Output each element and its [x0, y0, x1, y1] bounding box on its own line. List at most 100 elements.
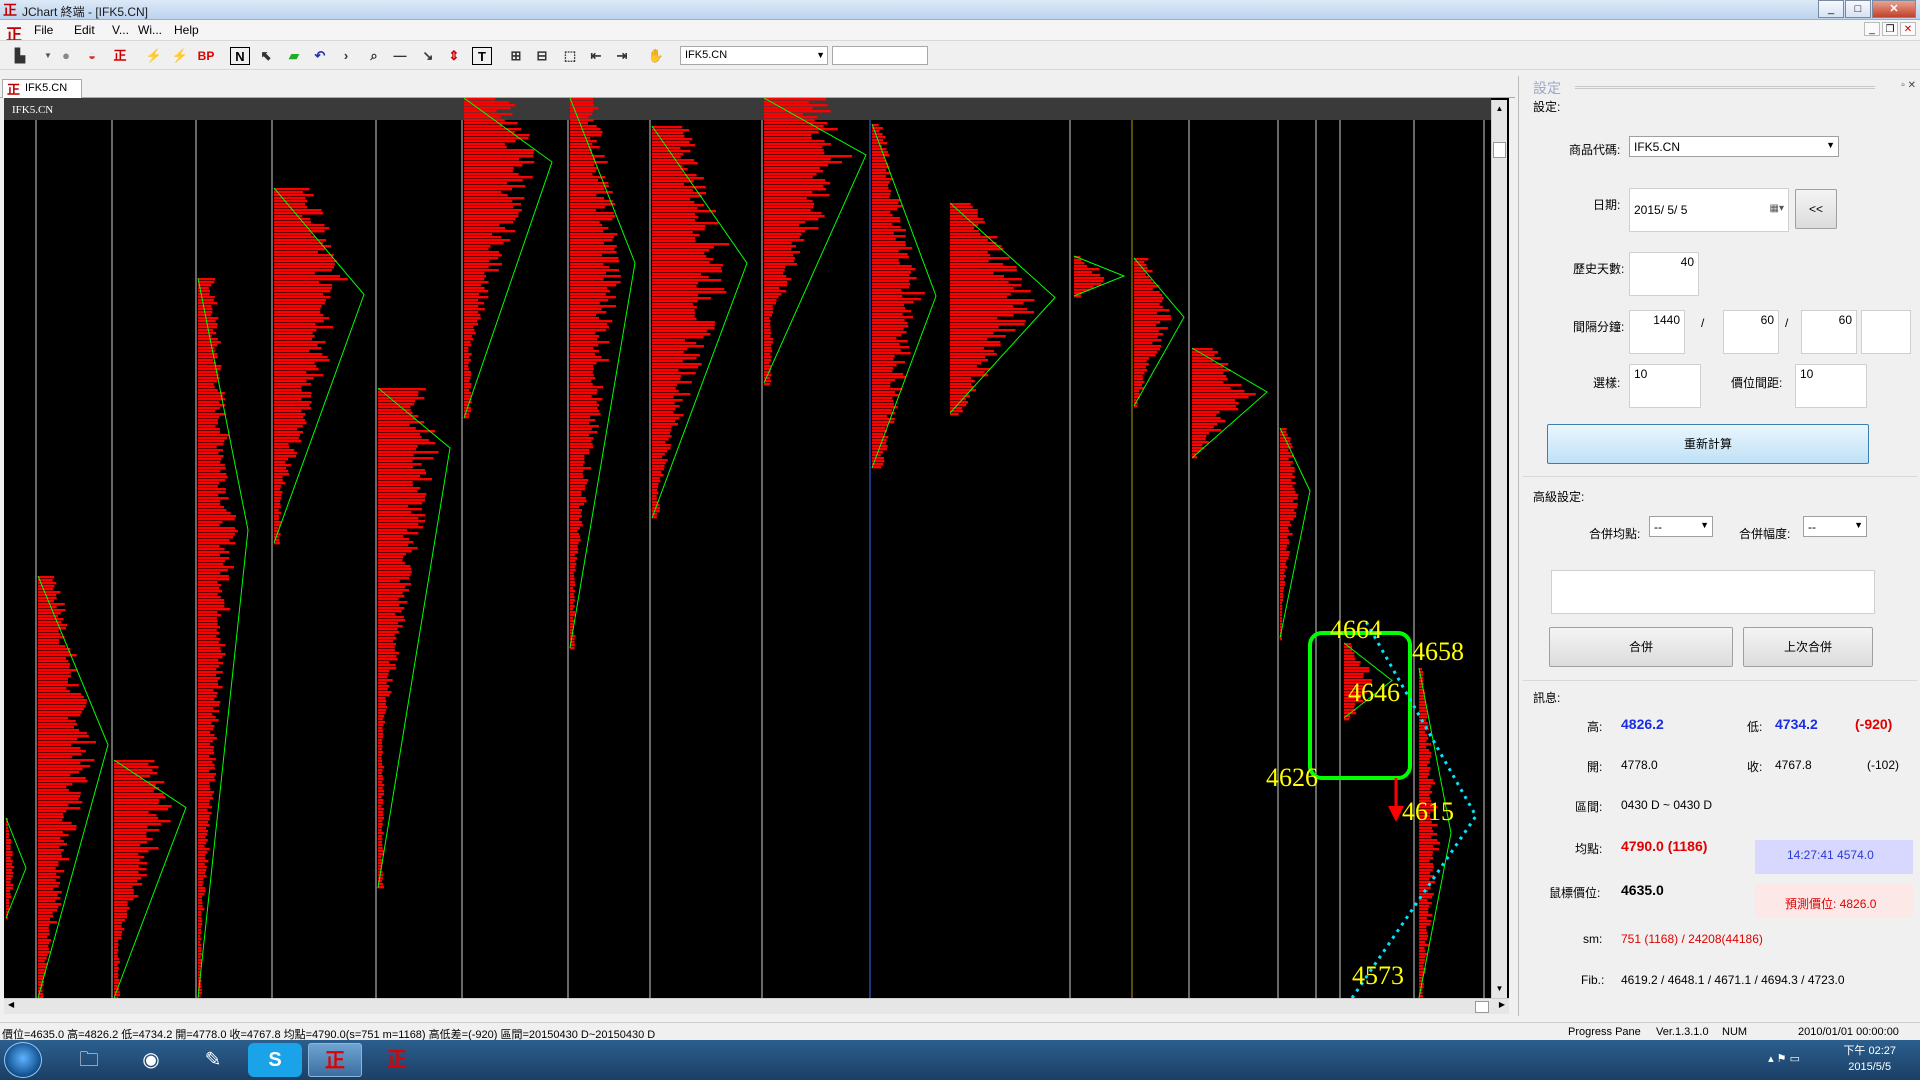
profile-bar	[1280, 479, 1292, 482]
history-days-input[interactable]: 40	[1629, 252, 1699, 296]
hand-icon[interactable]: ✋	[646, 47, 666, 65]
updown-icon[interactable]: ⇕	[444, 47, 464, 65]
product-code-select[interactable]: IFK5.CN ▼	[1629, 136, 1839, 157]
profile-bar	[872, 205, 903, 208]
profile-bar	[872, 340, 908, 343]
money-icon[interactable]: ▰	[284, 47, 304, 65]
shift-right-icon[interactable]: ⇥	[612, 47, 632, 65]
lightning-icon[interactable]: ⚡	[144, 47, 164, 65]
scroll-up-icon[interactable]: ▲	[1492, 102, 1507, 116]
profile-bar	[198, 773, 217, 776]
clock[interactable]: 下午 02:27 2015/5/5	[1843, 1043, 1896, 1075]
logo-tool-icon[interactable]: 正	[110, 47, 130, 65]
interval-input-2[interactable]: 60	[1723, 310, 1779, 354]
hscroll-thumb[interactable]	[1475, 1001, 1489, 1013]
merge-avg-select[interactable]: -- ▼	[1649, 516, 1713, 537]
scroll-thumb[interactable]	[1493, 142, 1506, 158]
trendline-icon[interactable]: ↘	[418, 47, 438, 65]
profile-bar	[570, 575, 575, 578]
interval-input-3[interactable]: 60	[1801, 310, 1857, 354]
recalculate-button[interactable]: 重新計算	[1547, 424, 1869, 464]
profile-bar	[38, 702, 87, 705]
toolbar-search-input[interactable]	[832, 46, 928, 65]
minus-icon[interactable]: ⊟	[532, 47, 552, 65]
select-box-icon[interactable]: ⬚	[560, 47, 580, 65]
date-back-button[interactable]: <<	[1795, 189, 1837, 229]
maximize-button[interactable]: □	[1845, 0, 1871, 18]
profile-bar	[198, 380, 218, 383]
levels-input[interactable]: 10	[1629, 364, 1701, 408]
symbol-select[interactable]: IFK5.CN ▼	[680, 46, 828, 65]
skype-icon[interactable]: S	[248, 1043, 302, 1077]
zoom-icon[interactable]: ⌕	[364, 47, 384, 65]
jchart-taskbar-icon[interactable]: 正	[308, 1043, 362, 1077]
profile-bar	[950, 377, 972, 380]
plus-icon[interactable]: ⊞	[506, 47, 526, 65]
chrome-icon[interactable]: ◉	[124, 1043, 178, 1077]
dropdown-arrow-icon[interactable]: ▼	[38, 47, 58, 65]
scroll-down-icon[interactable]: ▼	[1492, 982, 1507, 996]
merge-range-select[interactable]: -- ▼	[1803, 516, 1867, 537]
profile-bar	[198, 935, 201, 938]
menu-file[interactable]: File	[34, 23, 53, 37]
profile-bar	[570, 539, 581, 542]
merge-button[interactable]: 合併	[1549, 627, 1733, 667]
panel-pin-icons[interactable]: ▫ ✕	[1901, 80, 1916, 91]
start-button[interactable]	[4, 1042, 42, 1078]
minimize-button[interactable]: _	[1818, 0, 1844, 18]
tab-ifk5[interactable]: 正 IFK5.CN	[2, 79, 82, 98]
mdi-minimize-button[interactable]: _	[1864, 22, 1880, 36]
scroll-left-icon[interactable]: ◀	[8, 1000, 14, 1009]
profile-bar	[6, 860, 13, 863]
menu-window[interactable]: Wi...	[138, 23, 162, 37]
text-tool-button[interactable]: T	[472, 47, 492, 65]
cursor-icon[interactable]: ⬉	[256, 47, 276, 65]
profile-bar	[570, 356, 602, 359]
car-icon[interactable]: ◒	[82, 47, 102, 65]
menu-edit[interactable]: Edit	[74, 23, 95, 37]
price-gap-input[interactable]: 10	[1795, 364, 1867, 408]
bp-button[interactable]: BP	[196, 47, 216, 65]
profile-bar	[570, 590, 575, 593]
horizontal-scrollbar[interactable]: ◀ ▶	[4, 998, 1509, 1014]
chart-area[interactable]: IFK5.CN 4664 4658 4646 4626 4615 4573	[4, 98, 1509, 1014]
mdi-restore-button[interactable]: ❐	[1882, 22, 1898, 36]
arrow-right-icon[interactable]: ›	[336, 47, 356, 65]
menu-help[interactable]: Help	[174, 23, 199, 37]
interval-input-1[interactable]: 1440	[1629, 310, 1685, 354]
profile-bar	[38, 669, 78, 672]
mdi-close-button[interactable]: ✕	[1900, 22, 1916, 36]
calendar-icon[interactable]: ▦▾	[1770, 203, 1784, 214]
date-picker[interactable]: 2015/ 5/ 5 ▦▾	[1629, 188, 1789, 232]
profile-bar	[570, 266, 610, 269]
chart-type-icon[interactable]: ▙	[10, 47, 30, 65]
profile-bar	[198, 509, 227, 512]
undo-icon[interactable]: ↶	[310, 47, 330, 65]
vertical-scrollbar[interactable]: ▲ ▼	[1491, 100, 1507, 998]
scroll-right-icon[interactable]: ▶	[1499, 1000, 1505, 1009]
interval-input-4[interactable]	[1861, 310, 1911, 354]
interval-separator-2: /	[1785, 316, 1789, 330]
menu-view[interactable]: V...	[112, 23, 129, 37]
n-button[interactable]: N	[230, 47, 250, 65]
jchart-taskbar-icon-2[interactable]: 正	[370, 1043, 424, 1077]
explorer-icon[interactable]: 🗀	[62, 1043, 116, 1077]
profile-bar	[652, 249, 710, 252]
profile-bar	[274, 500, 281, 503]
shift-left-icon[interactable]: ⇤	[586, 47, 606, 65]
hline-icon[interactable]: —	[390, 47, 410, 65]
last-merge-button[interactable]: 上次合併	[1743, 627, 1873, 667]
record-icon[interactable]: ●	[56, 47, 76, 65]
merge-text-area[interactable]	[1551, 570, 1875, 614]
profile-bar	[652, 357, 697, 360]
profile-bar	[198, 740, 213, 743]
notepad-icon[interactable]: ✎	[186, 1043, 240, 1077]
close-button[interactable]: ✕	[1872, 0, 1916, 18]
profile-bar	[464, 314, 481, 317]
panel-grip[interactable]	[1575, 86, 1875, 89]
profile-bar	[274, 440, 302, 443]
system-tray-icons[interactable]: ▴ ⚑ ▭	[1768, 1052, 1800, 1065]
market-profile-chart[interactable]: IFK5.CN466446584646462646154573	[4, 98, 1491, 998]
lightning-red-icon[interactable]: ⚡	[170, 47, 190, 65]
profile-bar	[114, 910, 127, 913]
